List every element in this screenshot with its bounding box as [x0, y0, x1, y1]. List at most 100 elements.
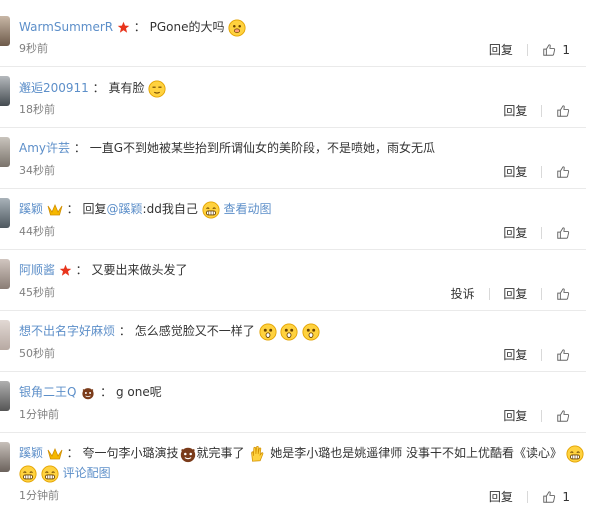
- author-name[interactable]: 想不出名字好麻烦: [19, 324, 115, 338]
- vip-crown-icon: [47, 203, 63, 217]
- comment-colon: ：: [66, 202, 79, 216]
- comment-actions: 回复: [503, 345, 570, 363]
- comment-colon: ：: [66, 446, 79, 460]
- comment-time: 50秒前: [19, 347, 55, 360]
- action-divider: [541, 409, 543, 422]
- comment-text: 又要出来做头发了: [91, 263, 188, 277]
- comment-line: 银角二王Q ： g one呢: [19, 382, 162, 402]
- comment-line: 想不出名字好麻烦 ： 怎么感觉脸又不一样了: [19, 321, 320, 341]
- comment-item: WarmSummerR ： PGone的大吗 9秒前 回复 1: [0, 12, 600, 62]
- comment-text-part: 就完事了: [196, 446, 245, 460]
- thumbs-up-icon[interactable]: [556, 104, 570, 118]
- author-name[interactable]: 蹊颖: [19, 202, 43, 216]
- report-button[interactable]: 投诉: [451, 285, 475, 303]
- author-name[interactable]: 阿顺酱: [19, 263, 55, 277]
- author-name[interactable]: 蹊颖: [19, 446, 43, 460]
- comment-line: WarmSummerR ： PGone的大吗: [19, 17, 246, 37]
- comment-actions: 回复: [503, 162, 570, 180]
- comment-colon: ：: [118, 324, 131, 338]
- comment-time: 44秒前: [19, 225, 55, 238]
- like-count: 1: [562, 42, 570, 57]
- reply-button[interactable]: 回复: [503, 346, 527, 364]
- action-divider: [541, 165, 543, 178]
- thumbs-up-icon[interactable]: [556, 348, 570, 362]
- comment-colon: ：: [100, 385, 113, 399]
- avatar[interactable]: [0, 381, 10, 411]
- comment-line: 蹊颖 ： 回复@蹊颖:dd我自己 查看动图: [19, 199, 272, 219]
- action-divider: [541, 226, 543, 239]
- avatar[interactable]: [0, 16, 10, 46]
- avatar[interactable]: [0, 198, 10, 228]
- divider: [0, 432, 586, 433]
- mention-link[interactable]: @蹊颖: [107, 202, 143, 216]
- devil-emoji-icon: [179, 445, 197, 463]
- avatar[interactable]: [0, 259, 10, 289]
- comment-item: 邂逅200911 ： 真有脸 18秒前 回复: [0, 72, 600, 122]
- comment-time: 34秒前: [19, 164, 55, 177]
- action-divider: [541, 104, 543, 117]
- comment-line: 邂逅200911 ： 真有脸: [19, 78, 166, 98]
- comment-text-part: 夸一句李小璐演技: [82, 446, 179, 460]
- comment-colon: ：: [133, 20, 146, 34]
- thumbs-up-icon[interactable]: [542, 43, 556, 57]
- smug-emoji-icon: [148, 80, 166, 98]
- red-star-icon: [117, 21, 130, 34]
- reply-button[interactable]: 回复: [503, 407, 527, 425]
- action-divider: [526, 43, 528, 56]
- divider: [0, 66, 586, 67]
- author-name[interactable]: WarmSummerR: [19, 20, 113, 34]
- thumbs-up-icon[interactable]: [556, 287, 570, 301]
- avatar[interactable]: [0, 76, 10, 106]
- comment-line-2: 评论配图: [19, 463, 111, 483]
- comment-item: 蹊颖 ： 夸一句李小璐演技 就完事了 她是李小璐也是姚遥律师 没事干不如上优酷看《…: [0, 438, 600, 510]
- view-picture-link[interactable]: 评论配图: [63, 466, 111, 480]
- avatar[interactable]: [0, 137, 10, 167]
- comment-colon: ：: [92, 81, 105, 95]
- action-divider: [541, 348, 543, 361]
- action-divider: [541, 287, 543, 300]
- comment-time: 45秒前: [19, 286, 55, 299]
- author-name[interactable]: 银角二王Q: [19, 385, 76, 399]
- reply-button[interactable]: 回复: [489, 41, 513, 59]
- reply-button[interactable]: 回复: [503, 102, 527, 120]
- reply-button[interactable]: 回复: [503, 285, 527, 303]
- divider: [0, 188, 586, 189]
- grin-emoji-icon: [41, 465, 59, 483]
- comment-item: Amy许芸 ： 一直G不到她被某些抬到所谓仙女的美阶段，不是喷她，雨女无瓜 34…: [0, 133, 600, 183]
- comment-actions: 回复: [503, 406, 570, 424]
- action-divider: [526, 490, 528, 503]
- reply-button[interactable]: 回复: [489, 488, 513, 506]
- thumbs-up-icon[interactable]: [556, 409, 570, 423]
- avatar[interactable]: [0, 442, 10, 472]
- author-name[interactable]: Amy许芸: [19, 141, 70, 155]
- comment-actions: 回复 1: [489, 40, 570, 58]
- divider: [0, 310, 586, 311]
- thumbs-up-icon[interactable]: [542, 490, 556, 504]
- comment-line: Amy许芸 ： 一直G不到她被某些抬到所谓仙女的美阶段，不是喷她，雨女无瓜: [19, 138, 435, 158]
- divider: [0, 371, 586, 372]
- comment-actions: 投诉 回复: [451, 284, 570, 302]
- divider: [0, 127, 586, 128]
- thumbs-up-icon[interactable]: [556, 226, 570, 240]
- comment-text: PGone的大吗: [149, 20, 225, 34]
- red-star-icon: [59, 264, 72, 277]
- avatar[interactable]: [0, 320, 10, 350]
- comment-text: 怎么感觉脸又不一样了: [134, 324, 255, 338]
- thumbs-up-icon[interactable]: [556, 165, 570, 179]
- shocked-emoji-icon: [259, 323, 277, 341]
- shocked-emoji-icon: [302, 323, 320, 341]
- comment-actions: 回复 1: [489, 487, 570, 505]
- view-animation-link[interactable]: 查看动图: [223, 202, 271, 216]
- reply-button[interactable]: 回复: [503, 224, 527, 242]
- devil-emoji-icon: [80, 386, 96, 400]
- comment-time: 9秒前: [19, 42, 48, 55]
- reply-button[interactable]: 回复: [503, 163, 527, 181]
- reply-prefix: 回复: [82, 202, 107, 216]
- comment-item: 想不出名字好麻烦 ： 怎么感觉脸又不一样了 50秒前 回复: [0, 316, 600, 366]
- comment-actions: 回复: [503, 101, 570, 119]
- comment-text: g one呢: [115, 385, 162, 399]
- grin-emoji-icon: [566, 445, 584, 463]
- comment-line: 阿顺酱 ： 又要出来做头发了: [19, 260, 188, 280]
- comment-text: :dd我自己: [142, 202, 198, 216]
- author-name[interactable]: 邂逅200911: [19, 81, 89, 95]
